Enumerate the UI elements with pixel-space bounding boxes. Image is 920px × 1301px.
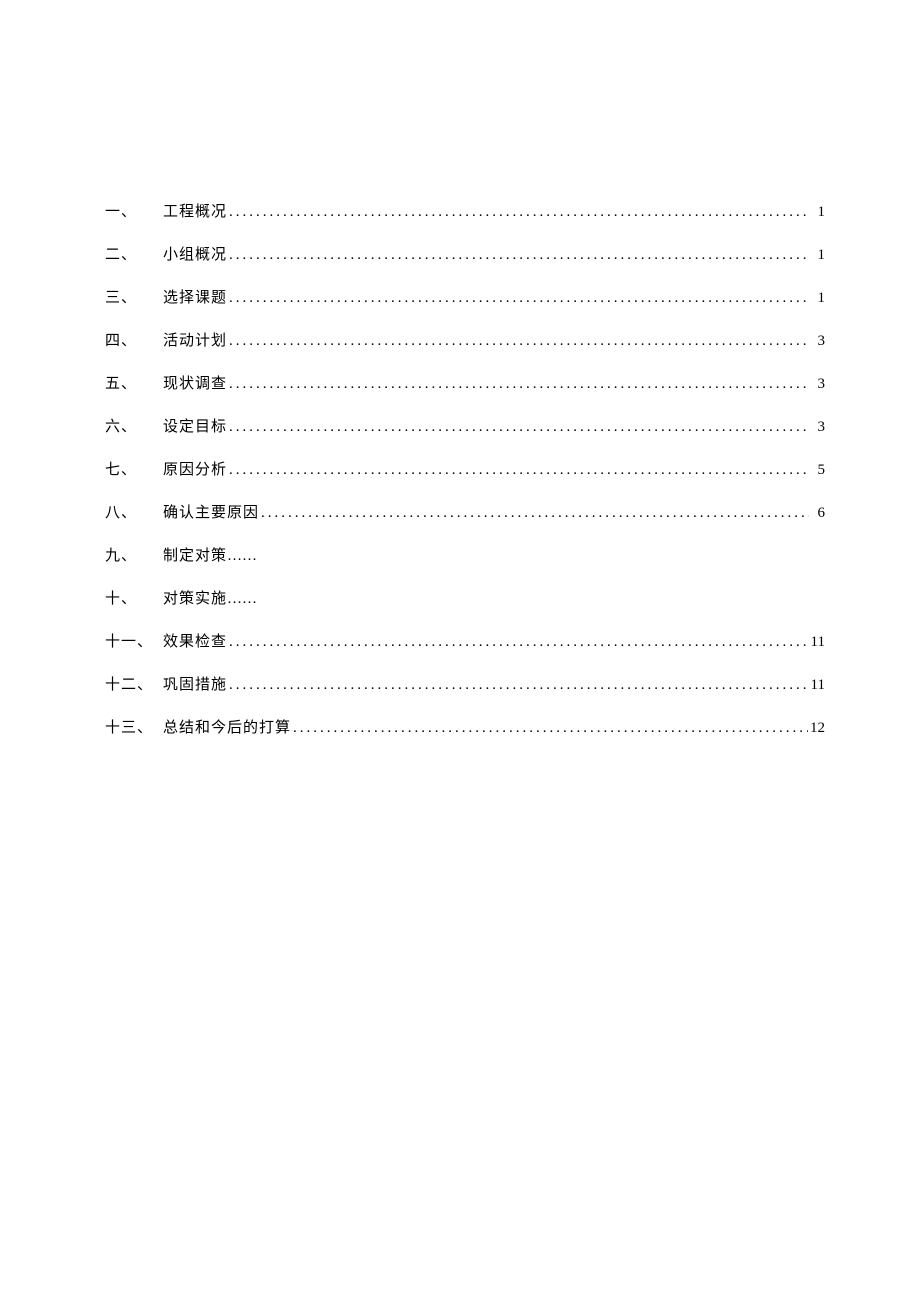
toc-leader-dots: [229, 333, 809, 350]
toc-number: 七、: [105, 458, 163, 479]
toc-title: 设定目标: [163, 415, 227, 436]
toc-title: 制定对策: [163, 544, 227, 565]
toc-number: 六、: [105, 415, 163, 436]
toc-title: 小组概况: [163, 243, 227, 264]
toc-entry: 六、 设定目标 3: [105, 415, 825, 436]
toc-number: 十一、: [105, 630, 163, 651]
toc-page-number: 3: [811, 333, 825, 350]
toc-leader-dots: [229, 376, 809, 393]
toc-leader-dots: [229, 634, 809, 651]
toc-number: 四、: [105, 329, 163, 350]
toc-number: 一、: [105, 200, 163, 221]
toc-title: 总结和今后的打算: [163, 716, 291, 737]
toc-leader-dots: [229, 462, 809, 479]
toc-title: 对策实施: [163, 587, 227, 608]
toc-entry: 二、 小组概况 1: [105, 243, 825, 264]
toc-title: 原因分析: [163, 458, 227, 479]
toc-number: 二、: [105, 243, 163, 264]
toc-page-number: 5: [811, 462, 825, 479]
toc-page-number: 1: [811, 204, 825, 221]
toc-number: 八、: [105, 501, 163, 522]
toc-title: 现状调查: [163, 372, 227, 393]
toc-title: 选择课题: [163, 286, 227, 307]
toc-number: 十二、: [105, 673, 163, 694]
toc-entry: 十、 对策实施……: [105, 587, 825, 608]
toc-ellipsis: ……: [227, 591, 257, 608]
toc-leader-dots: [229, 677, 809, 694]
toc-entry: 八、 确认主要原因 6: [105, 501, 825, 522]
toc-title: 效果检查: [163, 630, 227, 651]
toc-entry: 一、 工程概况 1: [105, 200, 825, 221]
toc-number: 十三、: [105, 716, 163, 737]
toc-title: 巩固措施: [163, 673, 227, 694]
toc-title: 确认主要原因: [163, 501, 259, 522]
toc-page-number: 3: [811, 376, 825, 393]
toc-page-number: 6: [811, 505, 825, 522]
toc-number: 五、: [105, 372, 163, 393]
toc-number: 三、: [105, 286, 163, 307]
table-of-contents: 一、 工程概况 1 二、 小组概况 1 三、 选择课题 1 四、 活动计划 3 …: [105, 200, 825, 737]
toc-page-number: 11: [811, 634, 825, 651]
toc-page-number: 1: [811, 290, 825, 307]
toc-leader-dots: [229, 290, 809, 307]
toc-page-number: 11: [811, 677, 825, 694]
toc-leader-dots: [293, 720, 808, 737]
toc-page-number: 12: [810, 720, 825, 737]
toc-ellipsis: ……: [227, 548, 257, 565]
toc-leader-dots: [229, 419, 809, 436]
toc-entry: 十一、 效果检查 11: [105, 630, 825, 651]
toc-leader-dots: [229, 247, 809, 264]
toc-entry: 九、 制定对策……: [105, 544, 825, 565]
toc-leader-dots: [261, 505, 809, 522]
toc-entry: 七、 原因分析 5: [105, 458, 825, 479]
toc-entry: 十二、 巩固措施 11: [105, 673, 825, 694]
toc-entry: 十三、 总结和今后的打算 12: [105, 716, 825, 737]
toc-title: 活动计划: [163, 329, 227, 350]
toc-leader-dots: [229, 204, 809, 221]
toc-page-number: 1: [811, 247, 825, 264]
toc-number: 九、: [105, 544, 163, 565]
toc-number: 十、: [105, 587, 163, 608]
toc-title: 工程概况: [163, 200, 227, 221]
toc-page-number: 3: [811, 419, 825, 436]
toc-entry: 三、 选择课题 1: [105, 286, 825, 307]
toc-entry: 五、 现状调查 3: [105, 372, 825, 393]
toc-entry: 四、 活动计划 3: [105, 329, 825, 350]
